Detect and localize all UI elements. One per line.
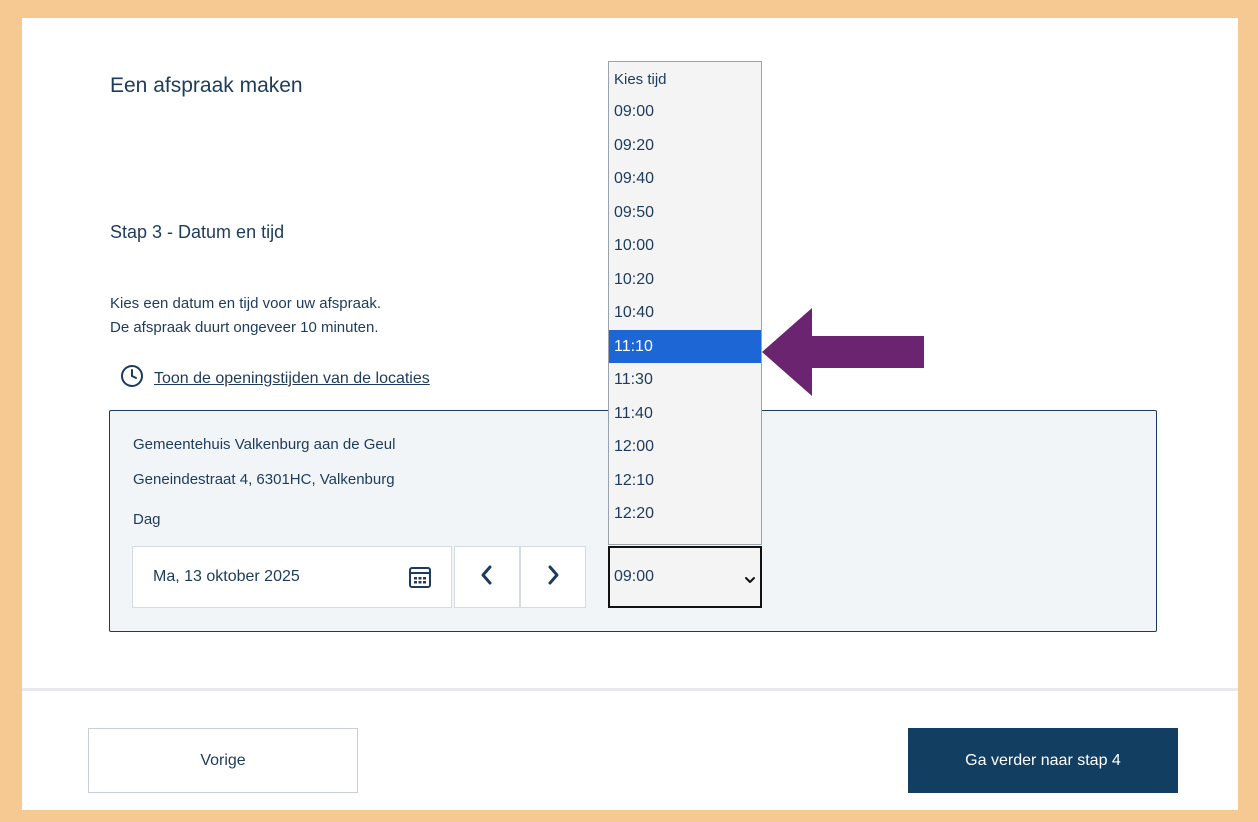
chevron-right-icon [544, 564, 562, 591]
time-option[interactable]: 10:00 [609, 229, 761, 263]
time-option[interactable]: 12:10 [609, 464, 761, 498]
date-value: Ma, 13 oktober 2025 [153, 568, 300, 585]
time-option[interactable]: 11:40 [609, 397, 761, 431]
time-option[interactable]: 11:30 [609, 363, 761, 397]
time-option[interactable]: 10:40 [609, 296, 761, 330]
location-address: Geneindestraat 4, 6301HC, Valkenburg [133, 471, 395, 488]
chevron-down-icon [744, 572, 756, 590]
time-option[interactable]: 09:40 [609, 162, 761, 196]
clock-icon [120, 364, 144, 393]
date-field[interactable]: Ma, 13 oktober 2025 [132, 546, 452, 608]
arrow-left-icon [762, 306, 928, 403]
time-option-header[interactable]: Kies tijd [609, 62, 761, 95]
footer: Vorige Ga verder naar stap 4 [22, 691, 1238, 810]
opening-hours-link-row[interactable]: Toon de openingstijden van de locaties [120, 364, 430, 393]
calendar-icon[interactable] [407, 564, 433, 595]
time-option[interactable]: 12:20 [609, 497, 761, 531]
chevron-left-icon [478, 564, 496, 591]
page-title: Een afspraak maken [110, 74, 303, 97]
time-option[interactable]: 09:50 [609, 196, 761, 230]
step-title: Stap 3 - Datum en tijd [110, 222, 285, 242]
next-day-button[interactable] [520, 546, 586, 608]
time-option[interactable]: 12:00 [609, 430, 761, 464]
time-option[interactable]: 09:00 [609, 95, 761, 129]
opening-hours-link[interactable]: Toon de openingstijden van de locaties [154, 370, 430, 388]
previous-day-button[interactable] [454, 546, 520, 608]
intro-line-2: De afspraak duurt ongeveer 10 minuten. [110, 319, 379, 336]
time-select[interactable]: 09:00 [608, 546, 762, 608]
intro-line-1: Kies een datum en tijd voor uw afspraak. [110, 295, 381, 312]
previous-button[interactable]: Vorige [88, 728, 358, 793]
time-option-highlighted[interactable]: 11:10 [609, 329, 761, 363]
next-step-button[interactable]: Ga verder naar stap 4 [908, 728, 1178, 793]
time-select-value: 09:00 [614, 568, 655, 585]
location-name: Gemeentehuis Valkenburg aan de Geul [133, 436, 396, 453]
intro-text: Kies een datum en tijd voor uw afspraak.… [110, 292, 381, 340]
time-option[interactable]: 09:20 [609, 129, 761, 163]
time-dropdown-list: Kies tijd 09:00 09:20 09:40 09:50 10:00 … [608, 61, 762, 545]
page-frame: Een afspraak maken Stap 3 - Datum en tij… [22, 18, 1238, 810]
day-label: Dag [133, 511, 161, 528]
time-option[interactable]: 10:20 [609, 263, 761, 297]
